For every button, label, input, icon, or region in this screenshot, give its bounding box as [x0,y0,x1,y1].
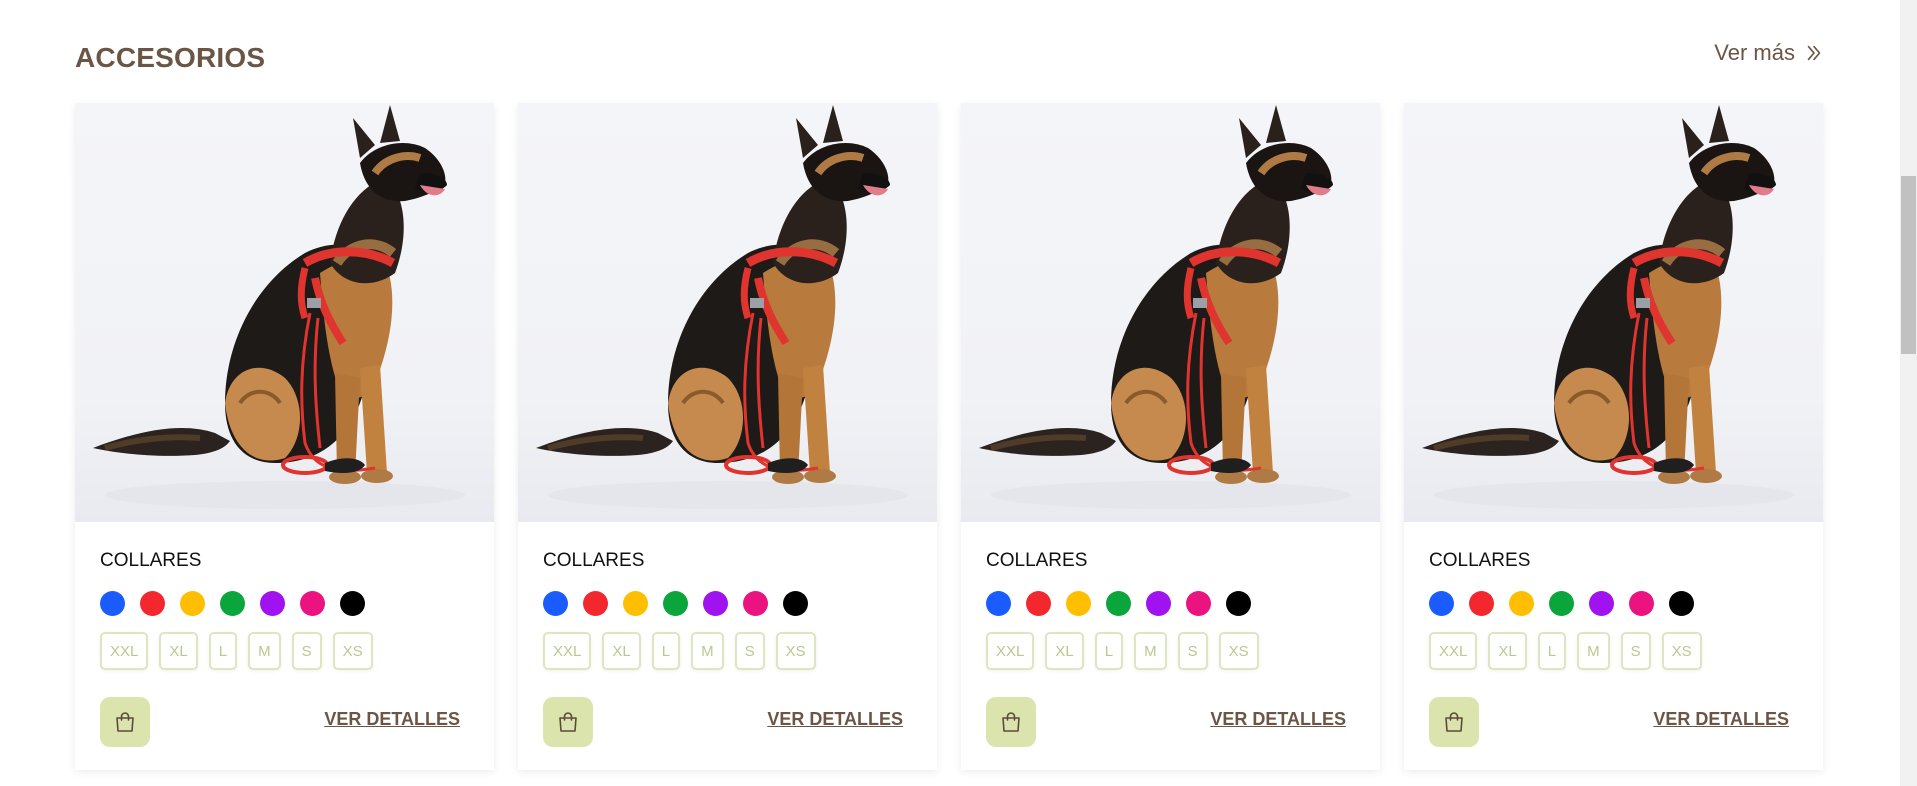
color-swatch[interactable] [743,591,768,616]
product-image[interactable] [961,103,1380,522]
color-swatch[interactable] [1106,591,1131,616]
size-option[interactable]: XS [1218,632,1259,670]
see-more-link[interactable]: Ver más [1714,40,1825,66]
size-option[interactable]: XS [1661,632,1702,670]
size-options: XXL XL L M S XS [543,632,816,670]
double-chevron-right-icon [1807,45,1821,61]
view-details-link[interactable]: VER DETALLES [324,709,460,730]
size-option[interactable]: S [1177,632,1208,670]
add-to-cart-button[interactable] [986,697,1036,747]
color-swatch[interactable] [1066,591,1091,616]
color-swatch[interactable] [1226,591,1251,616]
color-swatch[interactable] [1589,591,1614,616]
size-option[interactable]: S [1620,632,1651,670]
color-swatch[interactable] [543,591,568,616]
product-card: COLLARES XXL XL L M S XS VER DETALLES [961,103,1380,770]
shopping-bag-icon [116,712,134,732]
product-category: COLLARES [1429,550,1531,571]
size-option[interactable]: M [1577,632,1610,670]
product-image[interactable] [518,103,937,522]
color-swatches [543,591,808,616]
size-option[interactable]: S [734,632,765,670]
scrollbar-thumb[interactable] [1901,176,1916,354]
size-option[interactable]: XS [775,632,816,670]
see-more-label: Ver más [1714,40,1795,65]
color-swatch[interactable] [340,591,365,616]
product-card: COLLARES XXL XL L M S XS VER DETALLES [1404,103,1823,770]
size-option[interactable]: L [208,632,238,670]
color-swatch[interactable] [1186,591,1211,616]
color-swatch[interactable] [1509,591,1534,616]
color-swatch[interactable] [783,591,808,616]
size-option[interactable]: XL [602,632,641,670]
color-swatches [100,591,365,616]
color-swatch[interactable] [180,591,205,616]
color-swatches [986,591,1251,616]
product-category: COLLARES [100,550,202,571]
color-swatch[interactable] [703,591,728,616]
color-swatch[interactable] [623,591,648,616]
shopping-bag-icon [1002,712,1020,732]
size-option[interactable]: XXL [100,632,149,670]
add-to-cart-button[interactable] [1429,697,1479,747]
view-details-link[interactable]: VER DETALLES [767,709,903,730]
color-swatch[interactable] [260,591,285,616]
product-card: COLLARES XXL XL L M S XS VER DETALLES [75,103,494,770]
size-option[interactable]: XXL [1429,632,1478,670]
size-option[interactable]: L [651,632,681,670]
size-option[interactable]: XL [159,632,198,670]
product-category: COLLARES [986,550,1088,571]
size-option[interactable]: M [691,632,724,670]
size-option[interactable]: XL [1488,632,1527,670]
color-swatch[interactable] [300,591,325,616]
color-swatch[interactable] [1629,591,1654,616]
size-options: XXL XL L M S XS [1429,632,1702,670]
size-option[interactable]: L [1537,632,1567,670]
color-swatch[interactable] [1469,591,1494,616]
shopping-bag-icon [559,712,577,732]
size-option[interactable]: XXL [543,632,592,670]
view-details-link[interactable]: VER DETALLES [1653,709,1789,730]
color-swatch[interactable] [1549,591,1574,616]
vertical-scrollbar[interactable] [1900,0,1917,786]
size-option[interactable]: XL [1045,632,1084,670]
color-swatch[interactable] [1429,591,1454,616]
size-option[interactable]: S [291,632,322,670]
color-swatch[interactable] [220,591,245,616]
add-to-cart-button[interactable] [100,697,150,747]
section-title: ACCESORIOS [75,42,266,73]
color-swatch[interactable] [663,591,688,616]
size-option[interactable]: M [1134,632,1167,670]
size-options: XXL XL L M S XS [100,632,373,670]
product-category: COLLARES [543,550,645,571]
color-swatch[interactable] [100,591,125,616]
color-swatch[interactable] [1026,591,1051,616]
color-swatch[interactable] [1669,591,1694,616]
color-swatch[interactable] [1146,591,1171,616]
color-swatch[interactable] [140,591,165,616]
product-grid: COLLARES XXL XL L M S XS VER DETALLES COLLARES… [75,103,1823,770]
size-options: XXL XL L M S XS [986,632,1259,670]
section-header: ACCESORIOS Ver más [75,36,1825,76]
add-to-cart-button[interactable] [543,697,593,747]
color-swatch[interactable] [986,591,1011,616]
color-swatches [1429,591,1694,616]
product-image[interactable] [1404,103,1823,522]
product-card: COLLARES XXL XL L M S XS VER DETALLES [518,103,937,770]
color-swatch[interactable] [583,591,608,616]
size-option[interactable]: XS [332,632,373,670]
size-option[interactable]: L [1094,632,1124,670]
size-option[interactable]: M [248,632,281,670]
product-image[interactable] [75,103,494,522]
view-details-link[interactable]: VER DETALLES [1210,709,1346,730]
size-option[interactable]: XXL [986,632,1035,670]
shopping-bag-icon [1445,712,1463,732]
